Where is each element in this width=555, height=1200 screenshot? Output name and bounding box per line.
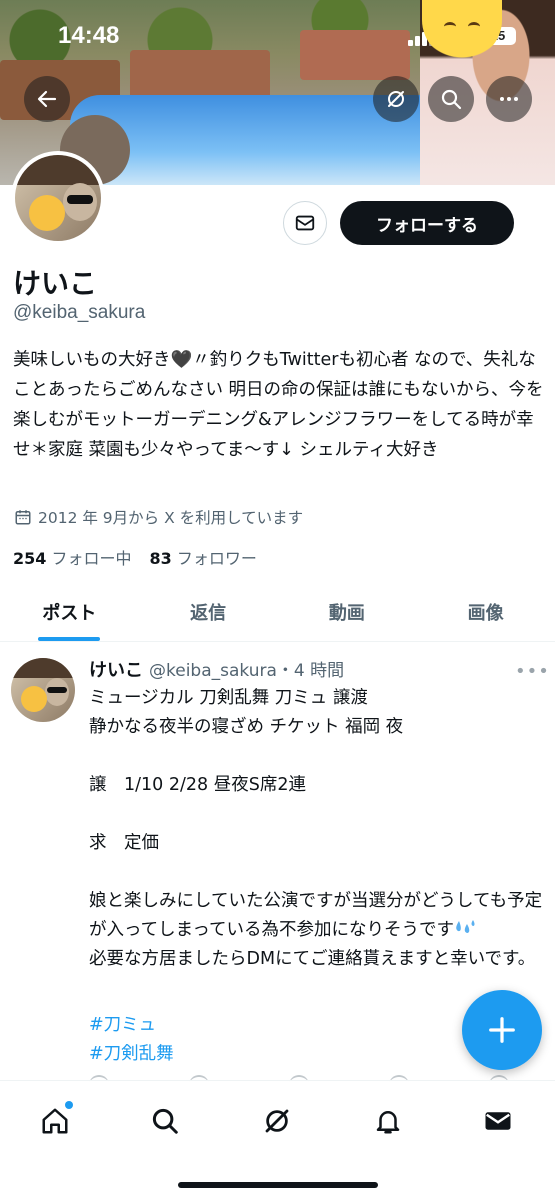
post-more-button[interactable]: ••• <box>515 661 550 682</box>
follow-stats: 254 フォロー中 83 フォロワー <box>13 545 257 569</box>
message-button[interactable] <box>283 201 327 245</box>
home-icon <box>42 1108 68 1134</box>
profile-avatar[interactable] <box>11 151 105 245</box>
followers-label: フォロワー <box>176 549 257 568</box>
post-avatar[interactable] <box>11 658 75 722</box>
profile-tabs: ポスト 返信 動画 画像 <box>0 582 555 642</box>
status-time: 14:48 <box>58 22 120 49</box>
followers-link[interactable]: 83 フォロワー <box>150 545 257 569</box>
avatar-person <box>45 678 69 706</box>
nav-search[interactable] <box>145 1101 185 1141</box>
followers-count: 83 <box>149 549 172 568</box>
grok-icon <box>388 91 404 107</box>
tab-replies[interactable]: 返信 <box>139 582 278 641</box>
calendar-icon <box>15 510 31 525</box>
following-count: 254 <box>13 549 47 568</box>
join-date-text: 2012 年 9月から X を利用しています <box>38 509 304 527</box>
avatar-emoji <box>21 686 47 712</box>
more-horizontal-icon <box>500 97 518 101</box>
post-meta: @keiba_sakura・4 時間 <box>149 661 345 681</box>
post-text-main: ミュージカル 刀剣乱舞 刀ミュ 譲渡 静かなる夜半の寝ざめ チケット 福岡 夜 … <box>89 688 543 940</box>
avatar-background <box>11 658 75 678</box>
follow-button[interactable]: フォローする <box>340 201 514 245</box>
grok-button[interactable] <box>373 76 419 122</box>
hashtag-link[interactable]: #刀ミュ <box>89 1011 156 1036</box>
plus-icon <box>489 1017 515 1043</box>
nav-home[interactable] <box>35 1101 75 1141</box>
sweat-droplets-icon <box>456 920 475 933</box>
tab-posts[interactable]: ポスト <box>0 582 139 641</box>
search-button[interactable] <box>428 76 474 122</box>
home-indicator <box>178 1182 378 1188</box>
post-author-name[interactable]: けいこ <box>89 656 143 682</box>
search-icon <box>441 89 462 110</box>
search-icon <box>152 1108 178 1134</box>
post-text: ミュージカル 刀剣乱舞 刀ミュ 譲渡 静かなる夜半の寝ざめ チケット 福岡 夜 … <box>89 684 544 974</box>
profile-name: けいこ <box>13 267 98 300</box>
nav-grok[interactable] <box>257 1101 297 1141</box>
back-button[interactable] <box>24 76 70 122</box>
following-link[interactable]: 254 フォロー中 <box>13 545 132 569</box>
envelope-icon <box>295 215 315 231</box>
post-header: けいこ @keiba_sakura・4 時間 <box>89 656 344 682</box>
compose-post-button[interactable] <box>462 990 542 1070</box>
following-label: フォロー中 <box>51 549 132 568</box>
post-text-closing: 必要な方居ましたらDMにてご連絡貰えますと幸いです。 <box>89 949 536 969</box>
notification-dot <box>65 1101 73 1109</box>
nav-notifications[interactable] <box>368 1101 408 1141</box>
avatar-person <box>63 183 97 221</box>
profile-bio: 美味しいもの大好き🖤〃釣りクもTwitterも初心者 なので、失礼なことあったら… <box>13 350 544 460</box>
tab-media[interactable]: 画像 <box>416 582 555 641</box>
hashtag-link[interactable]: #刀剣乱舞 <box>89 1040 174 1065</box>
arrow-left-icon <box>37 90 57 108</box>
messages-icon <box>485 1112 511 1130</box>
nav-messages[interactable] <box>478 1101 518 1141</box>
join-date: 2012 年 9月から X を利用しています <box>14 506 303 528</box>
avatar-background <box>15 155 101 185</box>
notifications-icon <box>376 1111 400 1134</box>
tab-videos[interactable]: 動画 <box>278 582 417 641</box>
more-button[interactable] <box>486 76 532 122</box>
grok-icon <box>265 1109 289 1133</box>
avatar-emoji <box>29 195 65 231</box>
profile-handle: @keiba_sakura <box>13 302 146 323</box>
